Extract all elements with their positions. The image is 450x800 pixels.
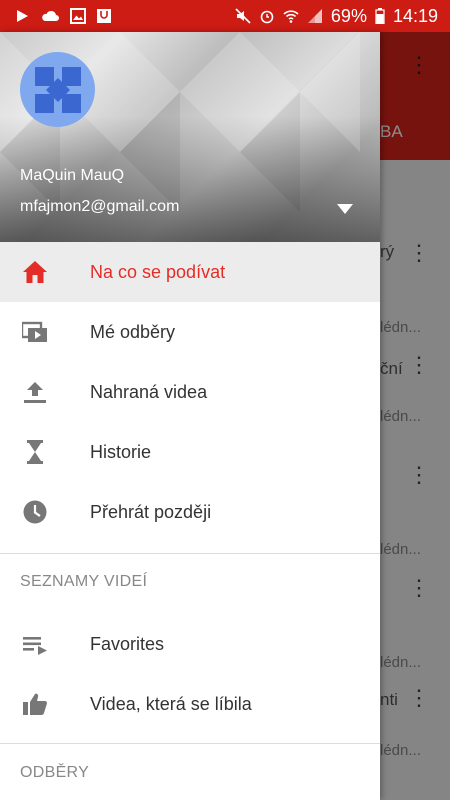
battery-icon (375, 8, 385, 24)
wifi-icon (283, 10, 299, 23)
chevron-down-icon[interactable] (336, 202, 354, 216)
nav-item-label: Mé odběry (90, 322, 176, 342)
home-icon (23, 261, 47, 283)
play-icon (17, 10, 28, 22)
subscriptions-icon (22, 321, 47, 342)
section-header-subscriptions: ODBĚRY (20, 764, 90, 781)
upload-icon (24, 382, 46, 403)
nav-item-uploads[interactable]: Nahraná videa (0, 362, 380, 422)
battery-percent: 69% (330, 5, 367, 26)
divider (0, 743, 380, 744)
nav-item-what-to-watch[interactable]: Na co se podívat (0, 242, 380, 302)
avatar[interactable] (20, 52, 95, 127)
cloud-icon (42, 10, 59, 21)
nav-item-label: Na co se podívat (90, 262, 226, 282)
divider (0, 553, 380, 554)
nav-item-label: Historie (90, 442, 152, 462)
mute-icon (235, 8, 251, 24)
clock-icon (23, 500, 47, 524)
hourglass-icon (27, 440, 43, 464)
section-header-playlists: SEZNAMY VIDEÍ (20, 573, 148, 590)
nav-item-watch-later[interactable]: Přehrát později (0, 482, 380, 542)
clock-time: 14:19 (392, 5, 438, 26)
shopping-bag-icon (97, 9, 111, 23)
playlist-icon (23, 637, 47, 655)
account-header: MaQuin MauQ mfajmon2@gmail.com (0, 32, 380, 242)
nav-item-favorites[interactable]: Favorites (0, 614, 380, 674)
image-icon (70, 8, 86, 24)
nav-item-label: Přehrát později (90, 502, 212, 522)
nav-item-label: Nahraná videa (90, 382, 208, 402)
alarm-icon (260, 10, 274, 24)
navigation-drawer: MaQuin MauQ mfajmon2@gmail.com Na co se … (0, 32, 380, 800)
nav-item-label: Favorites (90, 634, 165, 654)
account-name: MaQuin MauQ (20, 167, 125, 184)
nav-item-label: Videa, která se líbila (90, 694, 252, 714)
thumbs-up-icon (23, 693, 47, 715)
nav-item-subscriptions[interactable]: Mé odběry (0, 302, 380, 362)
nav-item-liked-videos[interactable]: Videa, která se líbila (0, 674, 380, 734)
nav-item-history[interactable]: Historie (0, 422, 380, 482)
account-email: mfajmon2@gmail.com (20, 198, 180, 215)
avatar-pattern-icon (34, 66, 81, 113)
status-bar: 69% 14:19 (0, 0, 450, 32)
signal-icon (307, 9, 322, 23)
